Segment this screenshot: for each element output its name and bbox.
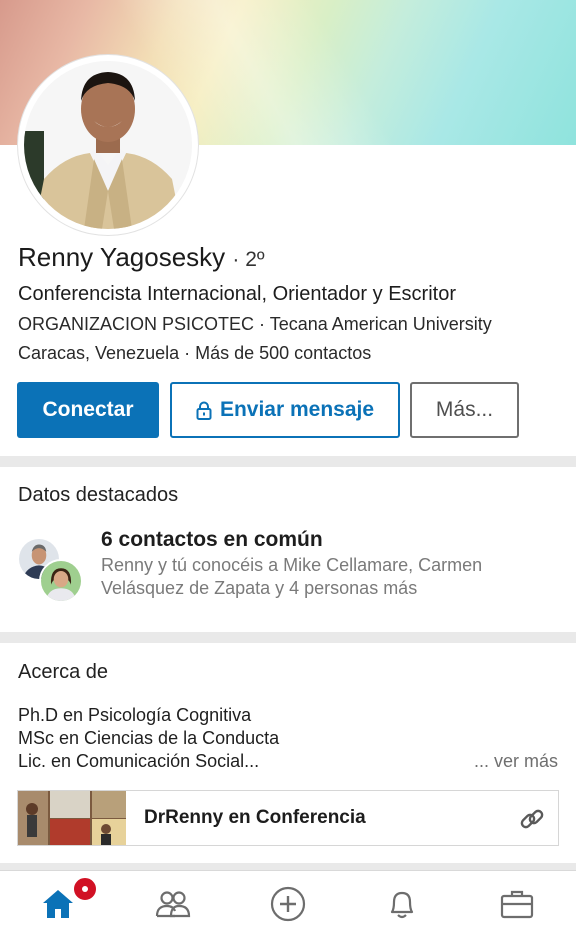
profile-organizations: ORGANIZACION PSICOTEC · Tecana American … bbox=[18, 314, 492, 334]
nav-post[interactable] bbox=[248, 871, 328, 935]
profile-name-row: Renny Yagosesky · 2º bbox=[18, 242, 265, 273]
lock-icon bbox=[196, 401, 212, 420]
media-title: DrRenny en Conferencia bbox=[144, 807, 366, 828]
send-message-button[interactable]: Enviar mensaje bbox=[170, 382, 400, 438]
profile-card: Renny Yagosesky · 2º Conferencista Inter… bbox=[0, 0, 576, 456]
nav-network[interactable] bbox=[133, 871, 213, 935]
nav-jobs[interactable] bbox=[477, 871, 557, 935]
common-contacts-title[interactable]: 6 contactos en común bbox=[101, 528, 323, 552]
more-button[interactable]: Más... bbox=[410, 382, 519, 438]
nav-notifications[interactable] bbox=[362, 871, 442, 935]
about-line: Lic. en Comunicación Social... bbox=[18, 751, 260, 771]
network-icon bbox=[155, 890, 191, 917]
profile-photo bbox=[24, 61, 192, 229]
about-line: Ph.D en Psicología Cognitiva bbox=[18, 705, 252, 725]
media-thumbnail bbox=[18, 791, 126, 845]
about-line: MSc en Ciencias de la Conducta bbox=[18, 728, 280, 748]
notification-badge bbox=[72, 876, 98, 902]
see-more-link[interactable]: ... ver más bbox=[474, 751, 558, 772]
contact-avatar bbox=[39, 559, 83, 603]
notifications-icon bbox=[390, 891, 414, 918]
connect-button[interactable]: Conectar bbox=[17, 382, 159, 438]
connection-degree: · 2º bbox=[232, 248, 265, 271]
profile-name: Renny Yagosesky bbox=[18, 242, 226, 272]
about-title: Acerca de bbox=[18, 661, 109, 683]
common-contacts-description: Renny y tú conocéis a Mike Cellamare, Ca… bbox=[101, 555, 483, 598]
profile-location-connections[interactable]: Caracas, Venezuela · Más de 500 contacto… bbox=[18, 343, 371, 364]
jobs-icon bbox=[500, 890, 534, 918]
profile-avatar[interactable] bbox=[18, 55, 198, 235]
profile-headline: Conferencista Internacional, Orientador … bbox=[18, 283, 456, 305]
post-icon bbox=[270, 886, 306, 921]
common-contacts-avatars[interactable] bbox=[17, 537, 87, 607]
highlights-title: Datos destacados bbox=[18, 484, 179, 506]
about-summary: Ph.D en Psicología Cognitiva MSc en Cien… bbox=[18, 704, 279, 773]
media-attachment[interactable]: DrRenny en Conferencia bbox=[17, 790, 559, 846]
link-icon bbox=[520, 809, 544, 829]
send-message-label: Enviar mensaje bbox=[219, 398, 375, 421]
